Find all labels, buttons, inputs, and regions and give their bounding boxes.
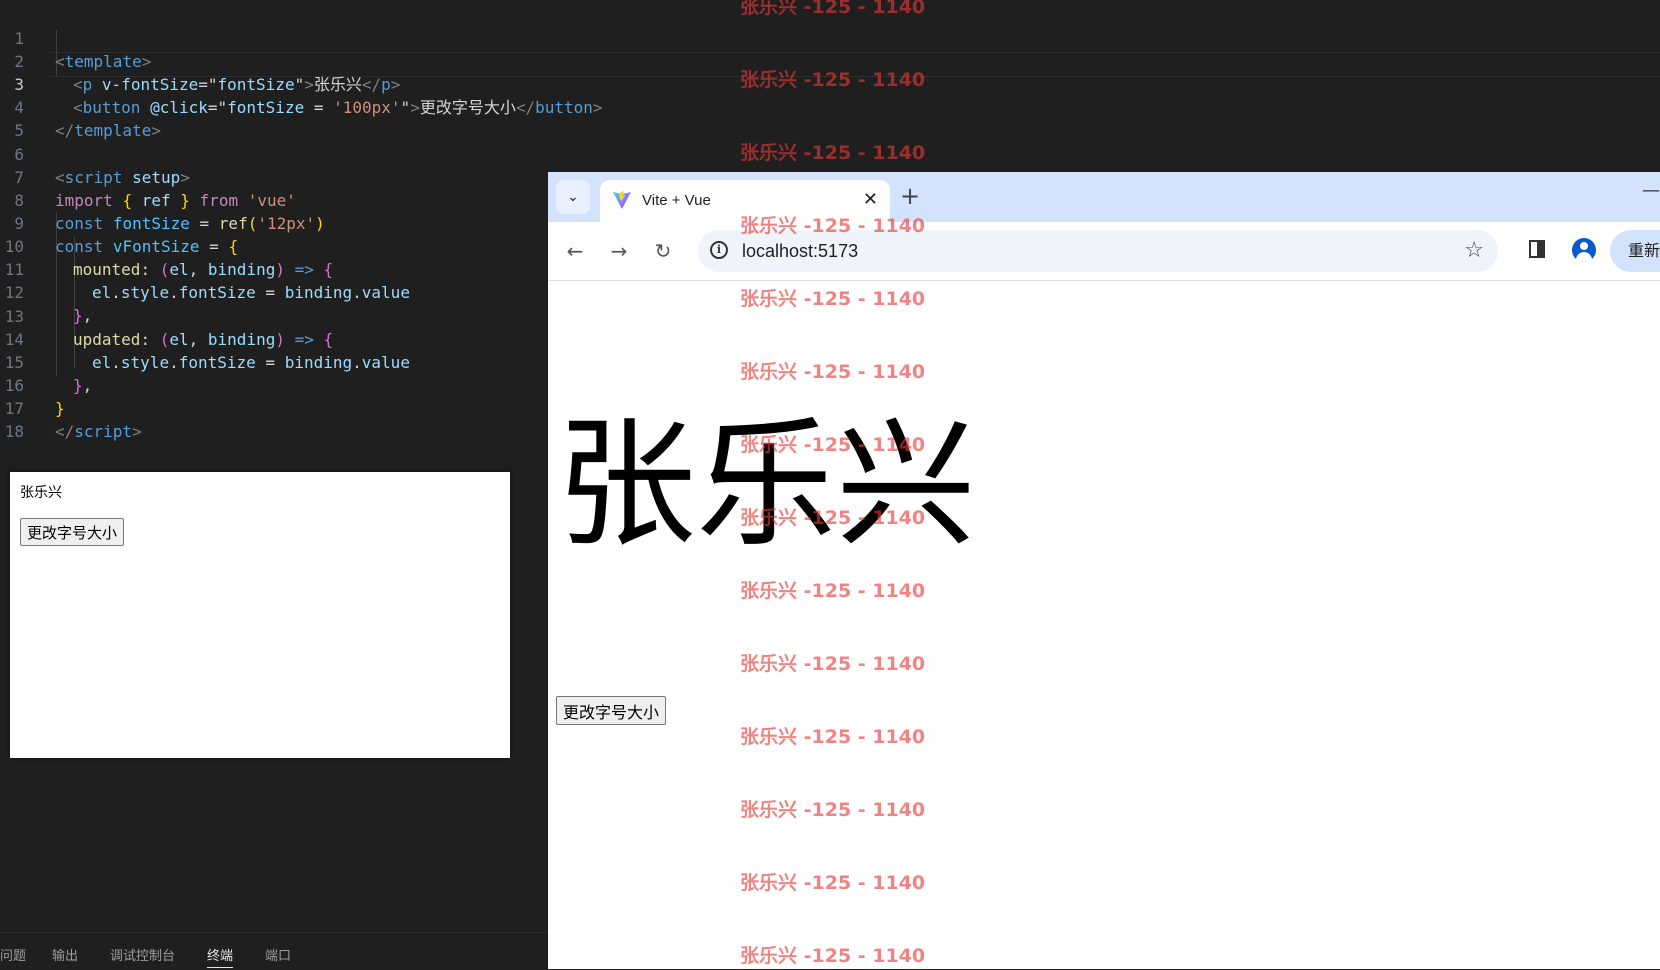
browser-toolbar: ← → ↻ i localhost:5173 ☆ 重新 xyxy=(548,222,1660,281)
tab-debug-console[interactable]: 调试控制台 xyxy=(110,945,175,964)
tab-terminal[interactable]: 终端 xyxy=(207,945,234,968)
code-text: }, xyxy=(73,376,93,395)
tab-ports[interactable]: 端口 xyxy=(265,945,291,964)
code-text: }, xyxy=(73,306,93,325)
code-line[interactable]: 3 <button @click="fontSize = '100px'">更改… xyxy=(0,50,602,117)
code-line[interactable]: 11 el.style.fontSize = binding.value xyxy=(0,235,410,302)
tab-problems[interactable]: 问题 xyxy=(0,945,26,964)
code-text: <p v-fontSize="fontSize">张乐兴</p> xyxy=(73,75,401,94)
url-text[interactable]: localhost:5173 xyxy=(742,241,858,262)
page-content: 张乐兴 更改字号大小 xyxy=(548,281,1660,969)
code-text: import { ref } from 'vue' xyxy=(55,191,296,210)
code-text: <script setup> xyxy=(55,168,190,187)
code-line[interactable]: 6 <script setup> xyxy=(0,120,190,187)
code-text: const vFontSize = { xyxy=(55,237,239,256)
profile-icon[interactable] xyxy=(1572,238,1596,262)
code-line[interactable]: 16 } xyxy=(0,351,65,418)
code-editor[interactable]: 1 <template> 2 <p v-fontSize="fontSize">… xyxy=(0,0,1660,932)
code-line[interactable]: 15 }, xyxy=(0,328,93,395)
code-text: <button @click="fontSize = '100px'">更改字号… xyxy=(73,98,603,117)
side-panel-icon[interactable] xyxy=(1529,240,1545,258)
minimize-icon[interactable]: — xyxy=(1642,180,1660,201)
code-text: </template> xyxy=(55,121,161,140)
code-line[interactable]: 8 const fontSize = ref('12px') xyxy=(0,166,324,233)
watermark-text: 张乐兴 -125 - 1140 xyxy=(740,0,926,18)
code-text: mounted: (el, binding) => { xyxy=(73,260,334,279)
address-bar[interactable]: i localhost:5173 ☆ xyxy=(698,230,1498,272)
preview-change-font-button[interactable]: 更改字号大小 xyxy=(20,518,125,546)
star-icon[interactable]: ☆ xyxy=(1464,238,1484,263)
code-text: const fontSize = ref('12px') xyxy=(55,214,325,233)
forward-arrow-icon[interactable]: → xyxy=(604,236,634,266)
tab-search-icon[interactable]: ⌄ xyxy=(556,180,590,214)
close-icon[interactable]: ✕ xyxy=(863,189,878,210)
code-line[interactable]: 7 import { ref } from 'vue' xyxy=(0,143,296,210)
page-large-text: 张乐兴 xyxy=(556,404,977,567)
code-text: updated: (el, binding) => { xyxy=(73,330,334,349)
code-text: <template> xyxy=(55,52,152,71)
tab-strip: ⌄ Vite + Vue ✕ + — xyxy=(548,172,1660,222)
site-info-icon[interactable]: i xyxy=(710,241,728,259)
change-font-size-button[interactable]: 更改字号大小 xyxy=(556,696,667,725)
reload-icon[interactable]: ↻ xyxy=(648,236,678,266)
panel-tab-bar: 问题 输出 调试控制台 终端 端口 xyxy=(0,932,548,970)
code-line[interactable]: 2 <p v-fontSize="fontSize">张乐兴</p> xyxy=(0,27,400,94)
line-number: 18 xyxy=(4,422,24,441)
tab-output[interactable]: 输出 xyxy=(52,945,78,964)
preview-text: 张乐兴 xyxy=(20,485,62,501)
code-line[interactable]: 17 </script> xyxy=(0,374,142,441)
watermark-text: 张乐兴 -125 - 1140 xyxy=(740,142,926,164)
code-line[interactable]: 13 updated: (el, binding) => { xyxy=(0,282,333,349)
code-line[interactable]: 5 xyxy=(0,96,39,140)
code-text: } xyxy=(55,399,65,418)
back-arrow-icon[interactable]: ← xyxy=(560,236,590,266)
browser-window: ⌄ Vite + Vue ✕ + — ← → ↻ i localhost:517… xyxy=(548,172,1660,969)
code-line[interactable]: 4 </template> xyxy=(0,73,161,140)
code-line[interactable]: 1 <template> xyxy=(0,4,151,71)
code-line[interactable]: 12 }, xyxy=(0,258,93,325)
code-text: </script> xyxy=(55,422,142,441)
preview-panel: 张乐兴 更改字号大小 xyxy=(10,472,510,758)
code-text: el.style.fontSize = binding.value xyxy=(92,283,410,302)
tab-title: Vite + Vue xyxy=(642,192,711,209)
browser-tab[interactable]: Vite + Vue ✕ xyxy=(600,180,890,222)
code-line[interactable]: 9 const vFontSize = { xyxy=(0,189,238,256)
vite-logo-icon xyxy=(613,191,631,209)
code-line[interactable]: 14 el.style.fontSize = binding.value xyxy=(0,305,410,372)
code-line[interactable]: 10 mounted: (el, binding) => { xyxy=(0,212,333,279)
code-text: el.style.fontSize = binding.value xyxy=(92,353,410,372)
plus-icon[interactable]: + xyxy=(900,182,920,210)
code-line[interactable]: 18 xyxy=(0,397,39,441)
relaunch-button[interactable]: 重新 xyxy=(1610,230,1660,272)
